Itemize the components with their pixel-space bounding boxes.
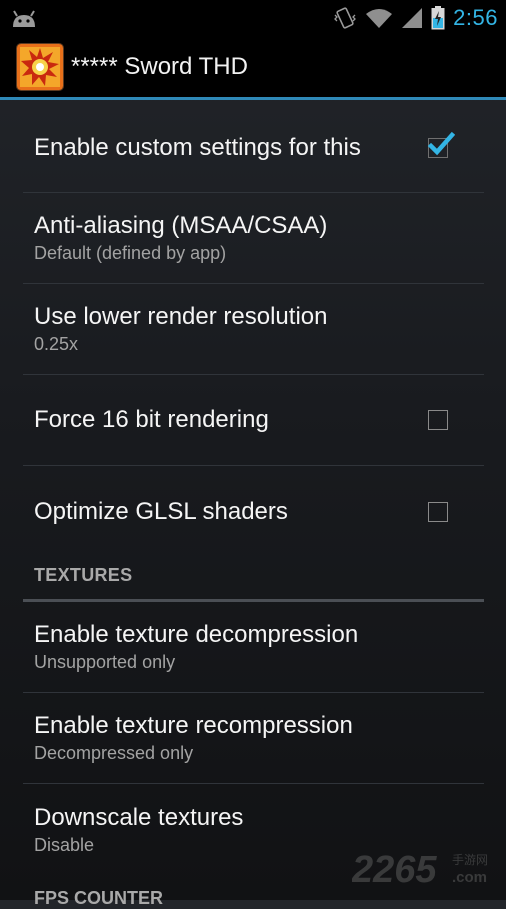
- signal-icon: [402, 8, 423, 28]
- pref-title: Anti-aliasing (MSAA/CSAA): [34, 212, 328, 239]
- pref-title: Optimize GLSL shaders: [34, 497, 288, 525]
- checkmark-icon: [427, 131, 455, 155]
- status-clock: 2:56: [453, 5, 498, 30]
- android-icon: [13, 10, 35, 27]
- pref-anti-aliasing[interactable]: Anti-aliasing (MSAA/CSAA) Default (defin…: [23, 193, 484, 284]
- pref-lower-render-resolution[interactable]: Use lower render resolution 0.25x: [23, 284, 484, 375]
- pref-summary: Unsupported only: [34, 652, 176, 672]
- section-header-fps-counter: FPS COUNTER: [34, 888, 164, 908]
- pref-title: Downscale textures: [34, 803, 244, 831]
- pref-force-16-bit[interactable]: Force 16 bit rendering: [23, 375, 484, 466]
- section-label: TEXTURES: [34, 565, 133, 585]
- pref-texture-decompression[interactable]: Enable texture decompression Unsupported…: [23, 602, 484, 693]
- watermark-brand: 2265: [352, 849, 437, 888]
- optimize-glsl-checkbox[interactable]: [428, 501, 448, 522]
- pref-title: Enable custom settings for this: [34, 133, 361, 161]
- watermark-logo: 2265 手游网 .com: [352, 849, 488, 888]
- pref-enable-custom-settings[interactable]: Enable custom settings for this: [23, 103, 484, 193]
- pref-summary: Decompressed only: [34, 743, 194, 763]
- status-bar: 2:56: [0, 0, 506, 36]
- pref-summary: 0.25x: [34, 334, 79, 354]
- battery-charging-icon: [431, 6, 445, 30]
- action-bar: ***** Sword THD: [0, 36, 506, 100]
- app-icon[interactable]: [17, 43, 63, 90]
- pref-optimize-glsl[interactable]: Optimize GLSL shaders: [23, 466, 484, 557]
- watermark-suffix: .com: [452, 869, 487, 886]
- pref-title: Enable texture decompression: [34, 621, 359, 648]
- page-title: ***** Sword THD: [71, 52, 248, 80]
- settings-list: Enable custom settings for this Anti-ali…: [23, 103, 484, 875]
- vibrate-icon: [334, 7, 357, 29]
- pref-title: Force 16 bit rendering: [34, 406, 269, 433]
- custom-settings-checkbox[interactable]: [427, 131, 455, 158]
- section-header-textures: TEXTURES: [23, 557, 484, 602]
- pref-title: Enable texture recompression: [34, 712, 353, 739]
- force-16-bit-checkbox[interactable]: [428, 410, 448, 430]
- pref-texture-recompression[interactable]: Enable texture recompression Decompresse…: [23, 693, 484, 784]
- watermark-sub: 手游网: [452, 853, 488, 867]
- wifi-icon: [366, 9, 393, 28]
- pref-title: Use lower render resolution: [34, 303, 328, 330]
- pref-summary: Default (defined by app): [34, 243, 227, 263]
